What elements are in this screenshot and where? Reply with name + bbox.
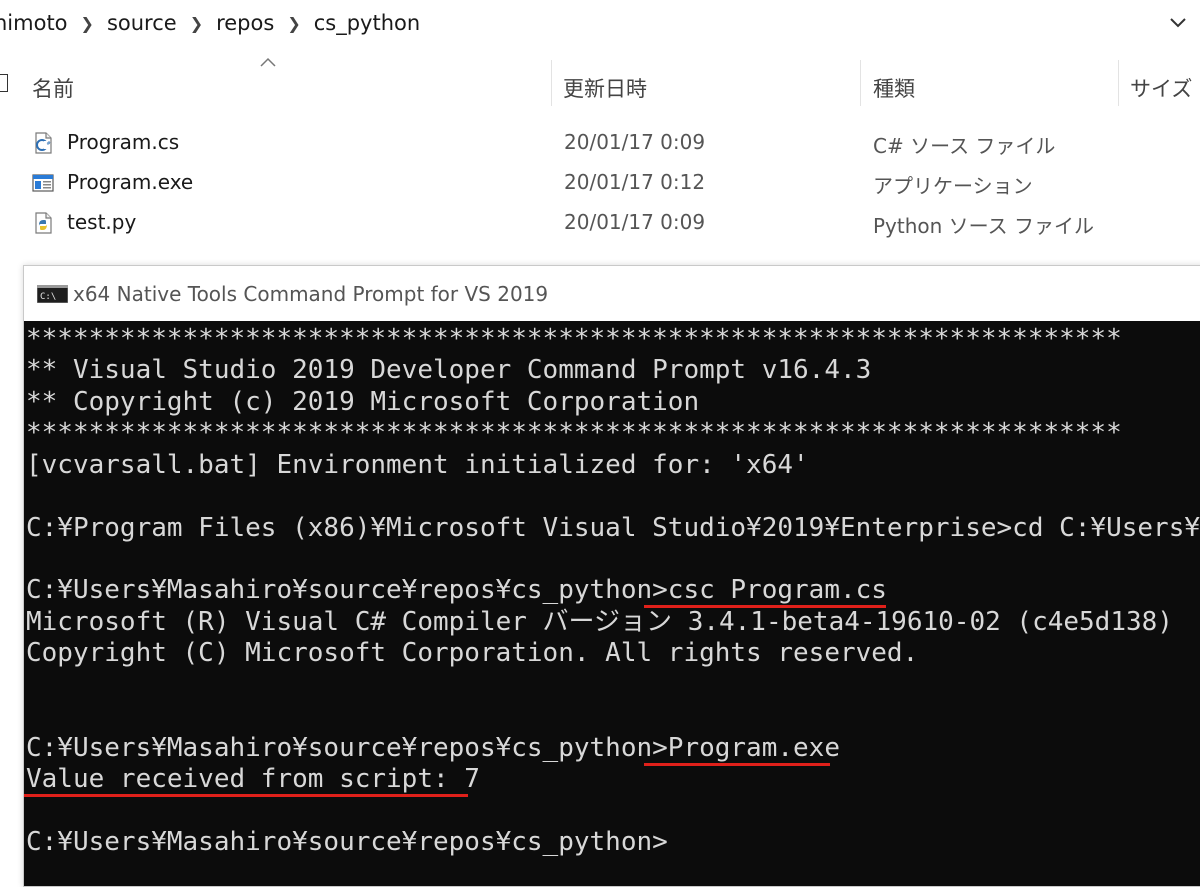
- file-type: アプリケーション: [873, 174, 1033, 198]
- csharp-file-icon: #: [35, 132, 52, 154]
- command-prompt-icon: C:\: [37, 285, 68, 303]
- column-divider[interactable]: [860, 60, 861, 106]
- column-header-row: 名前 更新日時 種類 サイズ: [0, 56, 1200, 110]
- column-divider[interactable]: [551, 60, 552, 106]
- column-header-type[interactable]: 種類: [873, 73, 915, 103]
- terminal-line: ****************************************…: [26, 418, 1122, 448]
- file-modified: 20/01/17 0:12: [564, 170, 706, 194]
- terminal-line: ** Visual Studio 2019 Developer Command …: [26, 355, 872, 385]
- highlight-underline-program-exe: [644, 763, 830, 766]
- column-divider[interactable]: [1118, 60, 1119, 106]
- svg-text:C:\: C:\: [40, 292, 56, 302]
- terminal-line: [vcvarsall.bat] Environment initialized …: [26, 450, 809, 480]
- chevron-right-icon[interactable]: ❯: [190, 14, 203, 33]
- command-prompt-window[interactable]: C:\ x64 Native Tools Command Prompt for …: [23, 265, 1200, 887]
- breadcrumb-item-cs-python[interactable]: cs_python: [314, 11, 420, 35]
- file-type: C# ソース ファイル: [873, 134, 1056, 158]
- sort-ascending-icon: [260, 57, 276, 67]
- breadcrumb: nimoto ❯ source ❯ repos ❯ cs_python: [0, 0, 1200, 46]
- terminal-line: C:¥Users¥Masahiro¥source¥repos¥cs_python…: [26, 827, 668, 857]
- terminal-line: C:¥Program Files (x86)¥Microsoft Visual …: [26, 513, 1200, 543]
- file-row[interactable]: # Program.cs 20/01/17 0:09 C# ソース ファイル: [0, 123, 1200, 161]
- column-header-name[interactable]: 名前: [32, 73, 74, 103]
- terminal-line: C:¥Users¥Masahiro¥source¥repos¥cs_python…: [26, 733, 840, 763]
- svg-text:#: #: [47, 141, 51, 147]
- python-file-icon: [35, 212, 52, 234]
- file-modified: 20/01/17 0:09: [564, 210, 706, 234]
- terminal-line: ****************************************…: [26, 324, 1122, 354]
- select-all-checkbox[interactable]: [0, 74, 8, 92]
- terminal-line: C:¥Users¥Masahiro¥source¥repos¥cs_python…: [26, 575, 887, 605]
- breadcrumb-item-user[interactable]: nimoto: [0, 11, 68, 35]
- file-row[interactable]: Program.exe 20/01/17 0:12 アプリケーション: [0, 163, 1200, 201]
- chevron-right-icon[interactable]: ❯: [287, 14, 300, 33]
- file-name[interactable]: test.py: [67, 210, 136, 234]
- file-row[interactable]: test.py 20/01/17 0:09 Python ソース ファイル: [0, 203, 1200, 241]
- breadcrumb-item-source[interactable]: source: [107, 11, 177, 35]
- terminal-output[interactable]: ****************************************…: [24, 321, 1200, 886]
- exe-file-icon: [32, 174, 54, 192]
- column-header-size[interactable]: サイズ: [1130, 73, 1192, 103]
- file-name[interactable]: Program.cs: [67, 130, 179, 154]
- column-header-modified[interactable]: 更新日時: [563, 73, 647, 103]
- terminal-line: Microsoft (R) Visual C# Compiler バージョン 3…: [26, 607, 1173, 637]
- terminal-line: Value received from script: 7: [26, 764, 480, 794]
- window-titlebar[interactable]: C:\ x64 Native Tools Command Prompt for …: [24, 266, 1200, 321]
- file-type: Python ソース ファイル: [873, 214, 1095, 238]
- terminal-line: ** Copyright (c) 2019 Microsoft Corporat…: [26, 387, 700, 417]
- breadcrumb-item-repos[interactable]: repos: [216, 11, 274, 35]
- terminal-line: Copyright (C) Microsoft Corporation. All…: [26, 638, 919, 668]
- highlight-underline-csc: [644, 605, 886, 608]
- highlight-underline-value-received: [24, 794, 468, 797]
- file-name[interactable]: Program.exe: [67, 170, 193, 194]
- chevron-down-icon[interactable]: [1168, 12, 1188, 32]
- file-modified: 20/01/17 0:09: [564, 130, 706, 154]
- window-title: x64 Native Tools Command Prompt for VS 2…: [73, 282, 549, 306]
- chevron-right-icon[interactable]: ❯: [81, 14, 94, 33]
